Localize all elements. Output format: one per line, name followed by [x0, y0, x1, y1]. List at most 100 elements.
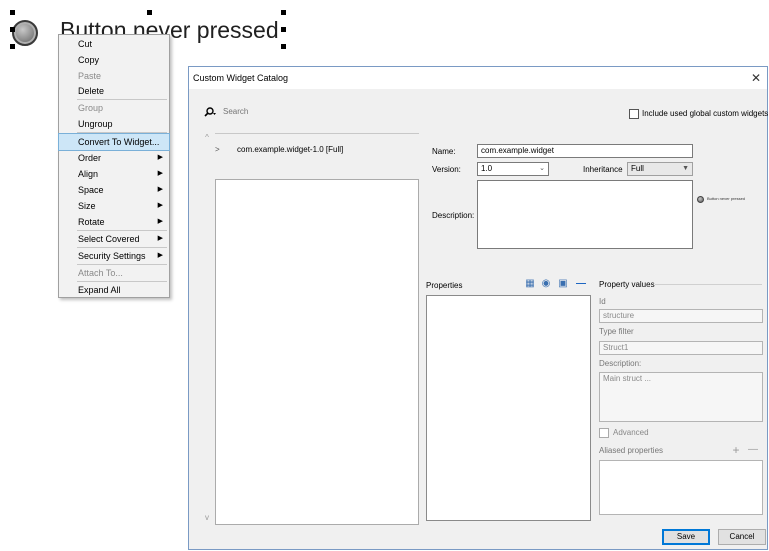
submenu-arrow-icon: ▶ — [157, 252, 163, 259]
version-combo[interactable]: 1.0 ⌄ — [477, 162, 549, 176]
id-label: Id — [599, 297, 606, 306]
pv-description-field[interactable]: Main struct ... — [599, 372, 763, 422]
search-input[interactable] — [223, 104, 393, 118]
round-button-widget[interactable] — [12, 20, 38, 46]
version-value: 1.0 — [481, 164, 493, 173]
import-property-icon[interactable]: ▣ — [556, 278, 570, 290]
selection-handle-tm[interactable] — [147, 10, 152, 15]
divider — [215, 133, 419, 134]
cancel-button[interactable]: Cancel — [718, 529, 766, 545]
menu-item-expand-all[interactable]: Expand All — [59, 282, 169, 298]
inheritance-combo[interactable]: Full ▼ — [627, 162, 693, 176]
menu-item-label: Security Settings — [78, 251, 146, 261]
custom-widget-catalog-dialog: Custom Widget Catalog ✕ Include used glo… — [188, 66, 768, 550]
dropdown-arrow-icon: ▼ — [682, 165, 689, 172]
add-property-icon[interactable]: ▦ — [523, 278, 537, 290]
menu-item-space[interactable]: Space ▶ — [59, 182, 169, 198]
selection-handle-bl[interactable] — [10, 44, 15, 49]
description-field[interactable] — [477, 180, 693, 249]
menu-item-label: Align — [78, 169, 99, 179]
menu-item-attach-to[interactable]: Attach To... — [59, 265, 169, 281]
search-box[interactable] — [201, 103, 401, 119]
remove-property-icon[interactable]: — — [574, 278, 588, 290]
add-alias-icon[interactable]: + — [729, 444, 743, 456]
group-divider — [655, 284, 762, 285]
menu-item-select-covered[interactable]: Select Covered ▶ — [59, 231, 169, 247]
submenu-arrow-icon: ▶ — [157, 186, 163, 193]
menu-item-label: Copy — [78, 55, 100, 65]
submenu-arrow-icon: ▶ — [157, 202, 163, 209]
menu-item-security-settings[interactable]: Security Settings ▶ — [59, 248, 169, 264]
menu-item-label: Rotate — [78, 217, 105, 227]
chevron-right-icon[interactable]: > — [215, 145, 220, 154]
menu-item-convert-to-widget[interactable]: Convert To Widget... — [58, 133, 170, 151]
menu-item-order[interactable]: Order ▶ — [59, 150, 169, 166]
inheritance-label: Inheritance — [583, 165, 623, 174]
description-label: Description: — [432, 211, 475, 220]
widget-tree-panel: ^ > com.example.widget-1.0 [Full] v — [201, 133, 421, 525]
submenu-arrow-icon: ▶ — [157, 218, 163, 225]
menu-item-delete[interactable]: Delete — [59, 83, 169, 99]
menu-item-label: Space — [78, 185, 104, 195]
menu-item-label: Group — [78, 103, 104, 113]
dialog-title: Custom Widget Catalog — [193, 73, 289, 83]
scroll-down-icon[interactable]: v — [201, 513, 213, 525]
menu-item-label: Select Covered — [78, 234, 140, 244]
remove-alias-icon[interactable]: — — [746, 444, 760, 456]
selection-handle-ml[interactable] — [10, 27, 15, 32]
menu-item-ungroup[interactable]: Ungroup — [59, 116, 169, 132]
save-button[interactable]: Save — [662, 529, 710, 545]
add-group-icon[interactable]: ◉ — [539, 278, 553, 290]
selection-handle-mr[interactable] — [281, 27, 286, 32]
chevron-down-icon: ⌄ — [539, 165, 545, 172]
type-filter-label: Type filter — [599, 327, 634, 336]
menu-item-label: Ungroup — [78, 119, 113, 129]
pv-description-label: Description: — [599, 359, 642, 368]
menu-item-label: Cut — [78, 39, 93, 49]
advanced-label: Advanced — [613, 428, 649, 437]
menu-item-label: Order — [78, 153, 102, 163]
include-global-label: Include used global custom widgets — [642, 109, 769, 118]
type-filter-field[interactable]: Struct1 — [599, 341, 763, 355]
name-label: Name: — [432, 147, 456, 156]
version-label: Version: — [432, 165, 461, 174]
search-icon — [204, 107, 217, 119]
widget-preview-label: Button never pressed — [707, 196, 746, 201]
id-field[interactable]: structure — [599, 309, 763, 323]
properties-label: Properties — [426, 281, 463, 290]
menu-item-label: Convert To Widget... — [78, 137, 160, 147]
advanced-checkbox[interactable] — [599, 428, 609, 438]
menu-item-align[interactable]: Align ▶ — [59, 166, 169, 182]
dialog-titlebar: Custom Widget Catalog ✕ — [189, 67, 767, 89]
menu-item-cut[interactable]: Cut — [59, 36, 169, 52]
scroll-up-icon[interactable]: ^ — [201, 133, 213, 145]
submenu-arrow-icon: ▶ — [157, 154, 163, 161]
menu-item-copy[interactable]: Copy — [59, 52, 169, 68]
menu-item-label: Paste — [78, 71, 102, 81]
name-field[interactable]: com.example.widget — [477, 144, 693, 158]
submenu-arrow-icon: ▶ — [157, 235, 163, 242]
aliased-properties-label: Aliased properties — [599, 446, 664, 455]
menu-item-paste[interactable]: Paste — [59, 68, 169, 84]
tree-item-label: com.example.widget-1.0 [Full] — [237, 145, 344, 154]
submenu-arrow-icon: ▶ — [157, 170, 163, 177]
close-icon[interactable]: ✕ — [751, 71, 761, 85]
menu-item-label: Size — [78, 201, 96, 211]
tree-list-area[interactable] — [215, 179, 419, 525]
menu-item-label: Delete — [78, 86, 105, 96]
widget-preview-icon — [697, 196, 704, 203]
include-global-checkbox[interactable] — [629, 109, 639, 119]
tree-item[interactable]: > com.example.widget-1.0 [Full] — [215, 145, 419, 159]
aliased-properties-list[interactable] — [599, 460, 763, 515]
selection-handle-br[interactable] — [281, 44, 286, 49]
properties-list[interactable] — [426, 295, 591, 521]
property-values-title: Property values — [599, 280, 655, 289]
menu-item-group[interactable]: Group — [59, 100, 169, 116]
menu-item-size[interactable]: Size ▶ — [59, 198, 169, 214]
selection-handle-tl[interactable] — [10, 10, 15, 15]
context-menu: Cut Copy Paste Delete Group Ungroup Conv… — [58, 34, 170, 298]
selection-handle-tr[interactable] — [281, 10, 286, 15]
menu-item-label: Expand All — [78, 285, 121, 295]
menu-item-rotate[interactable]: Rotate ▶ — [59, 214, 169, 230]
inheritance-value: Full — [631, 164, 644, 173]
